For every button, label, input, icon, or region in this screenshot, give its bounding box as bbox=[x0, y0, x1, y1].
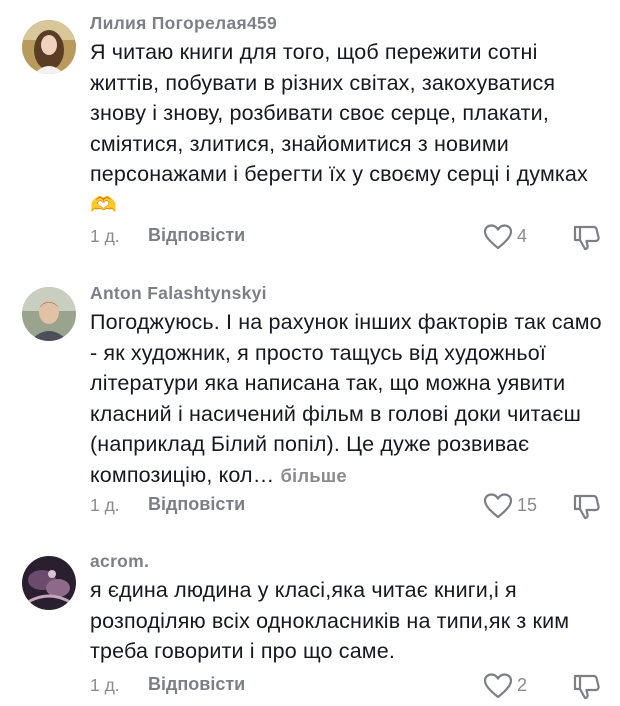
reply-button[interactable]: Відповісти bbox=[148, 225, 245, 246]
like-button[interactable]: 15 bbox=[483, 491, 553, 521]
comment-time: 1 д. bbox=[90, 495, 120, 515]
thumbs-down-outline-icon bbox=[573, 225, 600, 251]
like-button[interactable]: 4 bbox=[483, 222, 553, 252]
heart-outline-icon bbox=[483, 224, 513, 250]
show-more-link[interactable]: більше bbox=[280, 465, 346, 486]
comment-time: 1 д. bbox=[90, 675, 120, 695]
like-count: 4 bbox=[517, 226, 528, 246]
comment-author[interactable]: Лилия Погорелая459 bbox=[90, 13, 277, 34]
dislike-button[interactable] bbox=[572, 491, 602, 521]
like-count: 15 bbox=[517, 495, 538, 515]
heart-outline-icon bbox=[483, 673, 513, 699]
avatar[interactable] bbox=[22, 20, 76, 74]
comment-actions: 1 д. Відповісти 15 bbox=[90, 491, 610, 521]
heart-outline-icon bbox=[483, 493, 513, 519]
like-button[interactable]: 2 bbox=[483, 671, 553, 701]
reply-button[interactable]: Відповісти bbox=[148, 494, 245, 515]
dislike-button[interactable] bbox=[572, 222, 602, 252]
comment-time: 1 д. bbox=[90, 226, 120, 246]
avatar[interactable] bbox=[22, 556, 76, 610]
comment-text: Погоджуюсь. І на рахунок інших факторів … bbox=[90, 307, 605, 491]
thumbs-down-outline-icon bbox=[573, 674, 600, 700]
comment-body: Погоджуюсь. І на рахунок інших факторів … bbox=[90, 310, 602, 487]
dislike-button[interactable] bbox=[572, 671, 602, 701]
like-count: 2 bbox=[517, 675, 528, 695]
comment-actions: 1 д. Відповісти 2 bbox=[90, 671, 610, 701]
comment-actions: 1 д. Відповісти 4 bbox=[90, 222, 610, 252]
comment-text: я єдина людина у класі,яка читає книги,і… bbox=[90, 578, 570, 663]
comment-author[interactable]: acrom. bbox=[90, 551, 149, 572]
avatar[interactable] bbox=[22, 287, 76, 341]
comment-text: Я читаю книги для того, щоб пережити сот… bbox=[90, 40, 588, 217]
comment-author[interactable]: Anton Falashtynskyi bbox=[90, 283, 267, 304]
thumbs-down-outline-icon bbox=[573, 494, 600, 520]
